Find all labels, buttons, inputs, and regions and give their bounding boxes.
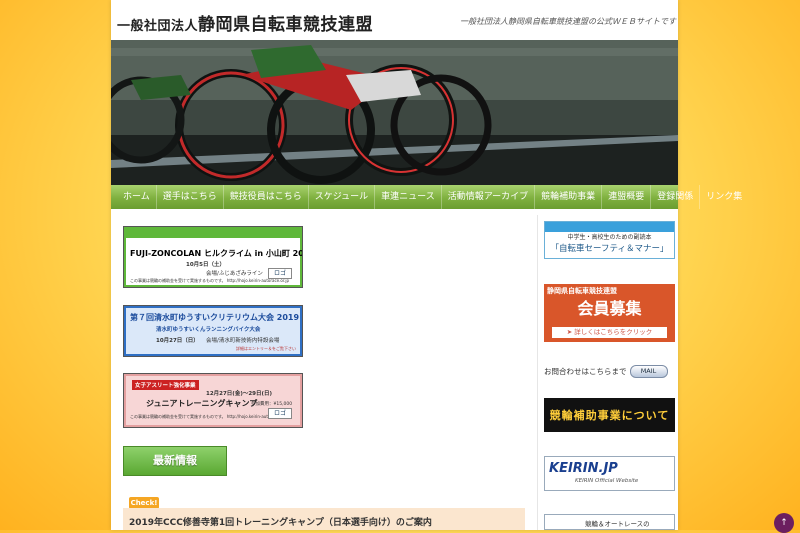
- keirin-logo-icon: ロゴ: [268, 408, 292, 419]
- banner-venue: 会場/清水町新技術内特設会場: [206, 338, 280, 344]
- nav-item-registration[interactable]: 登録関係: [651, 185, 701, 209]
- contact-row: お問合わせはこちらまで MAIL: [544, 364, 668, 378]
- hero-image: [111, 40, 678, 185]
- keirin-jp-sub: KEIRIN Official Website: [575, 478, 639, 484]
- banner-date: 12月27日(金)〜29日(日): [206, 391, 273, 397]
- page-wrapper: 一般社団法人静岡県自転車競技連盟 一般社団法人静岡県自転車競技連盟の公式ＷＥＢサ…: [111, 0, 742, 530]
- scroll-top-button[interactable]: ↑: [774, 513, 794, 533]
- keirin-autorace-text: 競輪＆オートレースの: [585, 520, 650, 528]
- nav-item-about[interactable]: 連盟概要: [602, 185, 652, 209]
- safety-main: 「自転車セーフティ＆マナー」: [550, 244, 669, 254]
- nav-item-home[interactable]: ホーム: [111, 185, 157, 209]
- nav-item-schedule[interactable]: スケジュール: [309, 185, 376, 209]
- banner-shimizu-criterium[interactable]: 第７回清水町ゆうすいクリテリウム大会 2019 清水町ゆうすいくんランニングバイ…: [123, 305, 303, 357]
- site-title[interactable]: 一般社団法人静岡県自転車競技連盟: [117, 10, 373, 35]
- keirin-support-text: 競輪補助事業について: [549, 409, 670, 422]
- banner-venue: 会場/ふじあざみライン: [206, 271, 263, 277]
- banner-date: 10月27日（日）: [156, 338, 199, 344]
- banner-fuji-zoncolan[interactable]: FUJI-ZONCOLAN ヒルクライム in 小山町 2019 10月5日（土…: [123, 226, 303, 288]
- keirin-autorace-banner[interactable]: 競輪＆オートレースの: [544, 514, 675, 530]
- member-recruit-banner[interactable]: 静岡県自転車競技連盟 会員募集 ➤ 詳しくはこちらをクリック: [544, 284, 675, 342]
- nav-item-links[interactable]: リンク集: [700, 185, 748, 209]
- banner-tag: 女子アスリート強化事業: [132, 380, 199, 390]
- news-post[interactable]: 2019年CCC修善寺第1回トレーニングキャンプ（日本選手向け）のご案内: [123, 508, 525, 530]
- safety-sub: 中学生・高校生のための副読本: [567, 234, 652, 241]
- safety-manner-banner[interactable]: 中学生・高校生のための副読本 「自転車セーフティ＆マナー」: [544, 221, 675, 259]
- nav-item-riders[interactable]: 選手はこちら: [157, 185, 224, 209]
- mail-button[interactable]: MAIL: [629, 364, 668, 378]
- nav-item-news[interactable]: 車連ニュース: [375, 185, 442, 209]
- banner-title: ジュニアトレーニングキャンプ: [146, 399, 258, 408]
- banner-subtitle: 清水町ゆうすいくんランニングバイク大会: [156, 327, 261, 333]
- main-nav: ホーム 選手はこちら 競技役員はこちら スケジュール 車連ニュース 活動情報アー…: [111, 185, 742, 209]
- banner-note: 詳細はエントリー＆をご覧下さい: [236, 346, 296, 351]
- nav-item-officials[interactable]: 競技役員はこちら: [224, 185, 309, 209]
- site-title-prefix: 一般社団法人: [117, 19, 199, 34]
- keirin-jp-logo: KEIRIN.JP: [549, 461, 618, 476]
- banner-title: 第７回清水町ゆうすいクリテリウム大会 2019: [130, 313, 300, 322]
- cyclists-photo: [111, 40, 678, 185]
- site-header: 一般社団法人静岡県自転車競技連盟 一般社団法人静岡県自転車競技連盟の公式ＷＥＢサ…: [111, 0, 678, 40]
- banner-date: 10月5日（土）: [186, 262, 225, 268]
- site-tagline: 一般社団法人静岡県自転車競技連盟の公式ＷＥＢサイトです: [460, 17, 676, 26]
- contact-text: お問合わせはこちらまで: [544, 366, 627, 376]
- keirin-jp-banner[interactable]: KEIRIN.JP KEIRIN Official Website: [544, 456, 675, 491]
- sidebar-divider: [537, 215, 538, 530]
- latest-news-button[interactable]: 最新情報: [123, 446, 227, 476]
- nav-item-archive[interactable]: 活動情報アーカイブ: [442, 185, 536, 209]
- banner-note: この事業は競輪の補助金を受けて実施するものです。 http://hojo.kei…: [130, 278, 290, 283]
- banner-inner: 第７回清水町ゆうすいクリテリウム大会 2019 清水町ゆうすいくんランニングバイ…: [126, 308, 300, 354]
- site-title-main: 静岡県自転車競技連盟: [198, 15, 374, 35]
- banner-junior-camp[interactable]: 女子アスリート強化事業 12月27日(金)〜29日(日) ジュニアトレーニングキ…: [123, 373, 303, 428]
- nav-item-keirin-support[interactable]: 競輪補助事業: [535, 185, 603, 209]
- member-cta: ➤ 詳しくはこちらをクリック: [552, 327, 667, 338]
- banner-title: FUJI-ZONCOLAN ヒルクライム in 小山町 2019: [130, 249, 303, 258]
- member-big-text: 会員募集: [577, 299, 642, 318]
- post-title[interactable]: 2019年CCC修善寺第1回トレーニングキャンプ（日本選手向け）のご案内: [129, 515, 432, 528]
- banner-top-stripe: [545, 222, 674, 232]
- banner-fee: 参加費用：¥15,000: [251, 402, 293, 407]
- banner-inner: 女子アスリート強化事業 12月27日(金)〜29日(日) ジュニアトレーニングキ…: [126, 376, 300, 425]
- banner-inner: FUJI-ZONCOLAN ヒルクライム in 小山町 2019 10月5日（土…: [126, 229, 303, 285]
- keirin-logo-icon: ロゴ: [268, 268, 292, 279]
- keirin-support-banner[interactable]: 競輪補助事業について: [544, 398, 675, 432]
- banner-note: この事業は競輪の補助金を受けて実施するものです。 http://hojo.kei…: [130, 414, 290, 419]
